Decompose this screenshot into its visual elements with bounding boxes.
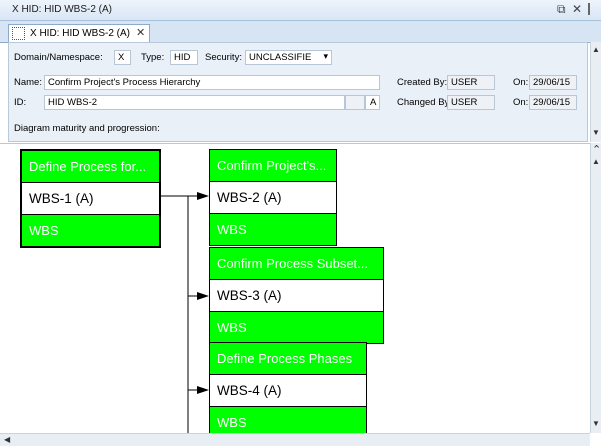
- node-id: WBS-2 (A): [210, 181, 336, 214]
- created-on-label: On:: [513, 77, 529, 88]
- tab-strip: X HID: HID WBS-2 (A) ✕: [0, 21, 601, 43]
- scroll-left-icon[interactable]: ◀: [4, 435, 10, 444]
- scroll-up-icon[interactable]: ▲: [592, 45, 600, 54]
- created-on-field: 29/06/15: [529, 75, 577, 90]
- node-type: WBS: [210, 214, 336, 245]
- node-title: Define Process for...: [22, 151, 159, 182]
- name-label: Name:: [14, 77, 42, 88]
- node-type: WBS: [22, 215, 159, 246]
- properties-scrollbar[interactable]: ▲ ▼: [590, 42, 601, 142]
- changed-on-field: 29/06/15: [529, 95, 577, 110]
- scroll-up-icon[interactable]: ▲: [592, 157, 600, 166]
- tab-label: X HID: HID WBS-2 (A): [30, 28, 131, 39]
- version-field[interactable]: A: [365, 95, 380, 110]
- node-id: WBS-4 (A): [210, 374, 366, 407]
- created-by-field: USER: [447, 75, 495, 90]
- chevron-up-icon[interactable]: ⌃: [592, 143, 601, 156]
- node-type: WBS: [210, 312, 383, 343]
- changed-by-field: USER: [447, 95, 495, 110]
- node-id: WBS-1 (A): [22, 182, 159, 215]
- close-icon[interactable]: ✕: [572, 2, 582, 16]
- arrow-head: [197, 192, 209, 200]
- arrow-head: [197, 292, 209, 300]
- arrow-head: [197, 386, 209, 394]
- type-field[interactable]: HID: [170, 50, 198, 65]
- process-node[interactable]: Define Process for... WBS-1 (A) WBS: [20, 149, 161, 248]
- diagram-canvas[interactable]: Define Process for... WBS-1 (A) WBS Conf…: [0, 143, 590, 433]
- restore-icon[interactable]: ⧉: [557, 2, 566, 17]
- created-by-label: Created By:: [397, 77, 448, 88]
- window-titlebar: X HID: HID WBS-2 (A) ⧉ ✕: [0, 0, 601, 21]
- id-spacer: [345, 95, 365, 110]
- id-field[interactable]: HID WBS-2: [44, 95, 345, 110]
- domain-field[interactable]: X: [114, 50, 131, 65]
- window-title: X HID: HID WBS-2 (A): [12, 4, 113, 15]
- pin-icon[interactable]: [588, 3, 590, 15]
- security-value: UNCLASSIFIE: [249, 52, 312, 63]
- diagram-horizontal-scrollbar[interactable]: ◀: [0, 433, 590, 446]
- node-title: Define Process Phases: [210, 343, 366, 374]
- domain-label: Domain/Namespace:: [14, 52, 103, 63]
- security-select[interactable]: UNCLASSIFIE ▾: [245, 50, 332, 65]
- description-text: Diagram maturity and progression:: [14, 123, 160, 134]
- tab-diagram[interactable]: X HID: HID WBS-2 (A) ✕: [8, 24, 150, 42]
- process-node[interactable]: Define Process Phases WBS-4 (A) WBS: [209, 342, 367, 433]
- node-type: WBS: [210, 407, 366, 433]
- diagram-vertical-scrollbar[interactable]: ⌃ ▲ ▼: [590, 143, 601, 433]
- security-label: Security:: [205, 52, 242, 63]
- name-field[interactable]: Confirm Project's Process Hierarchy: [44, 75, 380, 90]
- diagram-icon: [12, 27, 25, 40]
- properties-panel: Domain/Namespace: X Type: HID Security: …: [8, 42, 588, 142]
- type-label: Type:: [141, 52, 165, 63]
- changed-by-label: Changed By:: [397, 97, 452, 108]
- node-title: Confirm Process Subset...: [210, 248, 383, 279]
- tab-close-icon[interactable]: ✕: [136, 26, 145, 39]
- process-node[interactable]: Confirm Project's... WBS-2 (A) WBS: [209, 149, 337, 246]
- scroll-down-icon[interactable]: ▼: [592, 128, 600, 137]
- changed-on-label: On:: [513, 97, 529, 108]
- node-title: Confirm Project's...: [210, 150, 336, 181]
- chevron-down-icon: ▾: [323, 51, 328, 61]
- id-label: ID:: [14, 97, 27, 108]
- node-id: WBS-3 (A): [210, 279, 383, 312]
- scroll-down-icon[interactable]: ▼: [592, 419, 600, 428]
- process-node[interactable]: Confirm Process Subset... WBS-3 (A) WBS: [209, 247, 384, 344]
